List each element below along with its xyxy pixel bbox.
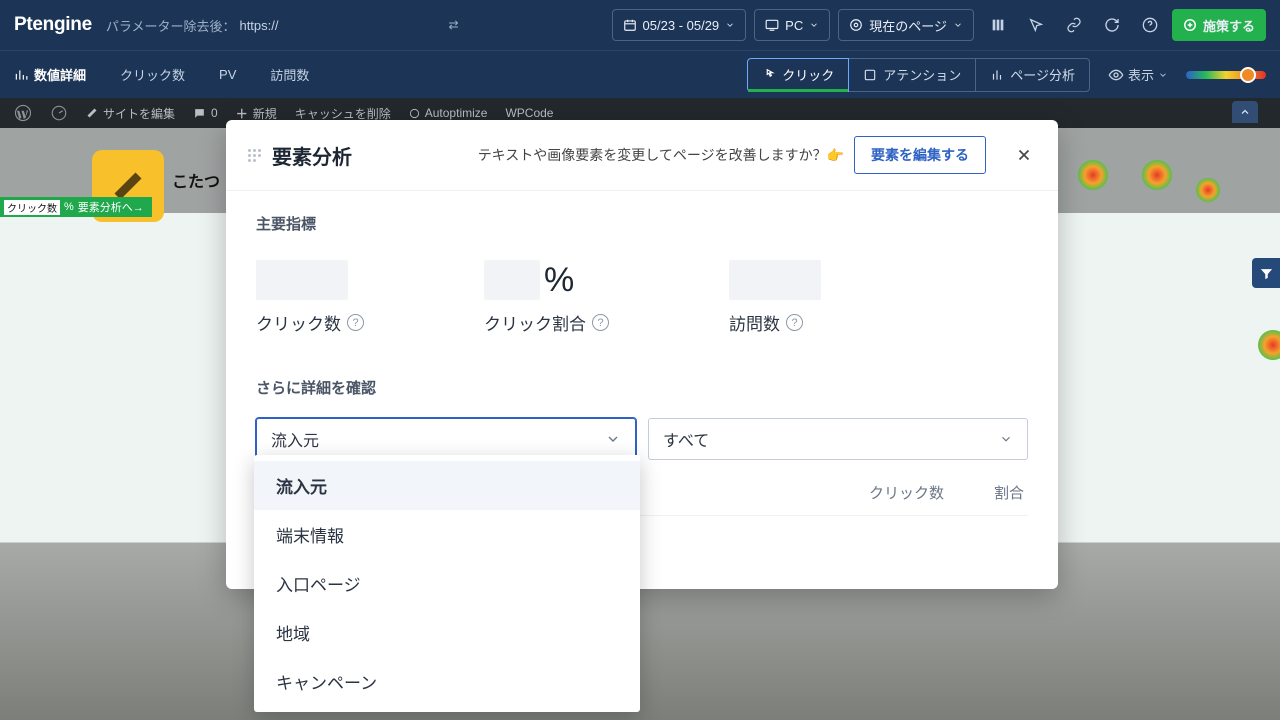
columns-icon[interactable] xyxy=(984,11,1012,39)
heatspot xyxy=(1078,160,1108,190)
display-toggle[interactable]: 表示 xyxy=(1108,65,1168,84)
edit-element-button[interactable]: 要素を編集する xyxy=(854,136,986,174)
cursor-icon[interactable] xyxy=(1022,11,1050,39)
link-icon[interactable] xyxy=(1060,11,1088,39)
wp-new[interactable]: ＋ 新規 xyxy=(236,105,277,122)
date-range-label: 05/23 - 05/29 xyxy=(643,18,720,33)
page-scope-selector[interactable]: 現在のページ xyxy=(838,9,974,41)
filter-selects: 流入元 すべて xyxy=(256,418,1028,460)
heatmap-mode-tabs: クリック アテンション ページ分析 xyxy=(747,58,1090,92)
click-badge-pct: % xyxy=(64,201,74,213)
heat-legend[interactable] xyxy=(1186,71,1266,79)
refresh-icon[interactable] xyxy=(1098,11,1126,39)
wordpress-icon[interactable] xyxy=(14,104,32,122)
primary-dimension-select[interactable]: 流入元 xyxy=(256,418,636,460)
dropdown-option[interactable]: キャンペーン xyxy=(254,657,640,706)
click-badge-prefix: クリック数 xyxy=(4,200,60,215)
dropdown-option[interactable]: 端末情報 xyxy=(254,510,640,559)
wp-edit-site[interactable]: サイトを編集 xyxy=(86,105,175,122)
metric-visits: 訪問数? xyxy=(729,254,821,335)
metric-clicks: クリック数? xyxy=(256,254,364,335)
cta-label: 施策する xyxy=(1203,16,1255,35)
tab-click[interactable]: クリック xyxy=(747,58,849,92)
wp-autoptimize[interactable]: Autoptimize xyxy=(409,106,488,120)
click-badge-link: 要素分析へ→ xyxy=(78,199,144,215)
wp-clear-cache[interactable]: キャッシュを削除 xyxy=(295,105,391,122)
detail-label: さらに詳細を確認 xyxy=(256,377,1028,398)
device-label: PC xyxy=(785,18,803,33)
heatspot xyxy=(1142,160,1172,190)
tab-page-analysis[interactable]: ページ分析 xyxy=(975,58,1090,92)
col-rate: 割合 xyxy=(944,482,1024,503)
help-icon[interactable] xyxy=(1136,11,1164,39)
dropdown-option[interactable]: 入口ページ xyxy=(254,559,640,608)
chevron-down-icon xyxy=(999,432,1013,446)
modal-prompt: テキストや画像要素を変更してページを改善しますか？👉 xyxy=(478,145,844,165)
cta-button[interactable]: 施策する xyxy=(1172,9,1266,41)
collapse-icon[interactable] xyxy=(1232,101,1258,123)
param-url: https:// xyxy=(239,18,278,33)
logo: Ptengine xyxy=(14,14,92,36)
help-icon[interactable]: ? xyxy=(786,314,803,331)
main-metrics-label: 主要指標 xyxy=(256,213,1028,234)
promo-title: こたつ xyxy=(172,168,220,192)
heatspot xyxy=(1196,178,1220,202)
subnav-visits[interactable]: 訪問数 xyxy=(270,65,309,84)
secondary-filter-select[interactable]: すべて xyxy=(648,418,1028,460)
dropdown-option[interactable]: 地域 xyxy=(254,608,640,657)
dropdown-option[interactable]: 流入元 xyxy=(254,461,640,510)
date-range-picker[interactable]: 05/23 - 05/29 xyxy=(612,9,747,41)
dimension-dropdown: 流入元 端末情報 入口ページ 地域 キャンペーン xyxy=(254,455,640,712)
device-selector[interactable]: PC xyxy=(754,9,830,41)
drag-handle-icon[interactable] xyxy=(248,149,262,162)
metric-rate: % クリック割合? xyxy=(484,254,609,335)
tab-attention[interactable]: アテンション xyxy=(848,58,976,92)
click-badge[interactable]: クリック数 % 要素分析へ→ xyxy=(0,197,152,217)
metrics-row: クリック数? % クリック割合? 訪問数? xyxy=(256,254,1028,335)
metric-clicks-value xyxy=(256,260,348,300)
subnav-pv[interactable]: PV xyxy=(219,67,236,82)
modal-title: 要素分析 xyxy=(272,141,352,170)
col-clicks: クリック数 xyxy=(814,482,944,503)
wp-comments[interactable]: 0 xyxy=(193,106,218,120)
subnav-clicks[interactable]: クリック数 xyxy=(120,65,185,84)
metric-rate-value xyxy=(484,260,540,300)
page-scope-label: 現在のページ xyxy=(869,16,947,35)
chevron-down-icon xyxy=(605,431,621,447)
dashboard-icon[interactable] xyxy=(50,104,68,122)
help-icon[interactable]: ? xyxy=(592,314,609,331)
sync-icon[interactable]: ⇄ xyxy=(449,18,459,32)
filter-button[interactable] xyxy=(1252,258,1280,288)
close-icon[interactable] xyxy=(1012,143,1036,167)
modal-header: 要素分析 テキストや画像要素を変更してページを改善しますか？👉 要素を編集する xyxy=(226,120,1058,191)
heatspot xyxy=(1258,330,1280,360)
subnav-metrics[interactable]: 数値詳細 xyxy=(14,65,86,84)
wp-wpcode[interactable]: WPCode xyxy=(505,106,553,120)
help-icon[interactable]: ? xyxy=(347,314,364,331)
param-label: パラメーター除去後： xyxy=(106,16,236,35)
subnav: 数値詳細 クリック数 PV 訪問数 クリック アテンション ページ分析 表示 xyxy=(0,50,1280,98)
topbar: Ptengine パラメーター除去後： https:// ⇄ 05/23 - 0… xyxy=(0,0,1280,50)
metric-visits-value xyxy=(729,260,821,300)
